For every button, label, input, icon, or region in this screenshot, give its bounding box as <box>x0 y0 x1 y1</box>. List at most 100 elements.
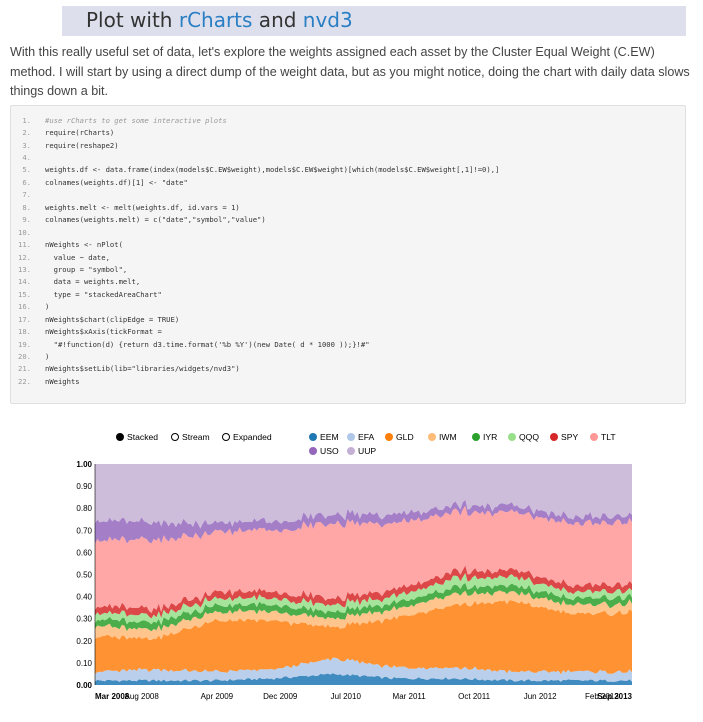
x-tick-label: Sep 2013 <box>597 692 632 701</box>
legend-item-uso[interactable]: USO <box>309 446 339 456</box>
control-expanded[interactable]: Expanded <box>222 432 272 442</box>
legend-swatch-icon <box>347 447 355 455</box>
code-line: 3. require(reshape2) <box>11 139 685 151</box>
code-text: require(rCharts) <box>45 128 115 138</box>
code-text: "#!function(d) {return d3.time.format('%… <box>45 339 370 349</box>
code-line: 4. <box>11 151 685 163</box>
legend-item-gld[interactable]: GLD <box>385 432 414 442</box>
legend-label: TLT <box>601 432 616 442</box>
legend-item-tlt[interactable]: TLT <box>590 432 616 442</box>
y-tick-label: 0.10 <box>76 659 92 668</box>
code-text: weights.df <- data.frame(index(models$C.… <box>45 165 500 175</box>
x-tick-label: Aug 2008 <box>125 692 160 701</box>
stacked-area-chart: 0.00 0.10 0.20 0.30 0.40 0.50 0.60 0.70 0.80 0.90… <box>76 460 632 701</box>
code-line: 21. nWeights$setLib(lib="libraries/widget… <box>11 363 685 375</box>
line-number: 3. <box>22 140 31 150</box>
code-line: 20.) <box>11 350 685 362</box>
y-tick-label: 0.40 <box>76 593 92 602</box>
line-number: 1. <box>22 115 31 125</box>
line-number: 18. <box>18 327 31 337</box>
code-text: data = weights.melt, <box>45 277 141 287</box>
y-tick-label: 0.20 <box>76 637 92 646</box>
y-tick-label: 1.00 <box>76 460 92 469</box>
code-text: nWeights <- nPlot( <box>45 240 123 250</box>
x-tick-label: Oct 2011 <box>458 692 490 701</box>
nvd3-link[interactable]: nvd3 <box>303 8 353 32</box>
line-number: 19. <box>18 339 31 349</box>
legend-item-uup[interactable]: UUP <box>347 446 376 456</box>
y-tick-label: 0.80 <box>76 504 92 513</box>
line-number: 9. <box>22 215 31 225</box>
line-number: 21. <box>18 364 31 374</box>
code-line: 5. weights.df <- data.frame(index(models$… <box>11 164 685 176</box>
legend-item-spy[interactable]: SPY <box>550 432 578 442</box>
control-stream[interactable]: Stream <box>171 432 210 442</box>
line-number: 6. <box>22 177 31 187</box>
legend-label: QQQ <box>519 432 540 442</box>
control-label: Stacked <box>127 432 159 442</box>
code-line: 1. #use rCharts to get some interactive p… <box>11 114 685 126</box>
code-text: nWeights$xAxis(tickFormat = <box>45 327 162 337</box>
code-line: 19. "#!function(d) {return d3.time.forma… <box>11 338 685 350</box>
line-number: 20. <box>18 352 31 362</box>
x-tick-label: Dec 2009 <box>263 692 298 701</box>
line-number: 17. <box>18 314 31 324</box>
line-number: 5. <box>22 165 31 175</box>
legend-label: IYR <box>483 432 498 442</box>
code-line: 13. group = "symbol", <box>11 263 685 275</box>
line-number: 7. <box>22 190 31 200</box>
control-stacked[interactable]: Stacked <box>116 432 158 442</box>
line-number: 13. <box>18 264 31 274</box>
chart-legend: Stacked Stream Expanded EEM EFA GLD IWM IYR QQQ S… <box>0 428 703 460</box>
legend-label: USO <box>320 446 339 456</box>
legend-item-efa[interactable]: EFA <box>347 432 374 442</box>
code-text: type = "stackedAreaChart" <box>45 289 162 299</box>
y-tick-label: 0.00 <box>76 681 92 690</box>
code-text: nWeights <box>45 376 80 386</box>
legend-label: EEM <box>320 432 339 442</box>
code-line: 6. colnames(weights.df)[1] <- "date" <box>11 176 685 188</box>
code-line: 22. nWeights <box>11 375 685 387</box>
legend-item-iyr[interactable]: IYR <box>472 432 497 442</box>
code-text: weights.melt <- melt(weights.df, id.vars… <box>45 202 240 212</box>
legend-swatch-icon <box>590 433 598 441</box>
legend-swatch-icon <box>309 447 317 455</box>
legend-label: EFA <box>358 432 375 442</box>
y-tick-label: 0.90 <box>76 482 92 491</box>
code-text: require(reshape2) <box>45 140 119 150</box>
radio-dot-icon <box>116 433 124 441</box>
line-number: 14. <box>18 277 31 287</box>
control-label: Stream <box>182 432 210 442</box>
legend-label: GLD <box>396 432 414 442</box>
line-number: 11. <box>18 240 31 250</box>
code-text: ) <box>45 302 50 312</box>
code-text: colnames(weights.df)[1] <- "date" <box>45 177 188 187</box>
legend-item-iwm[interactable]: IWM <box>428 432 457 442</box>
control-label: Expanded <box>233 432 272 442</box>
legend-label: UUP <box>358 446 377 456</box>
line-number: 15. <box>18 289 31 299</box>
legend-swatch-icon <box>428 433 436 441</box>
y-tick-label: 0.60 <box>76 548 92 557</box>
legend-item-eem[interactable]: EEM <box>309 432 339 442</box>
line-number: 16. <box>18 302 31 312</box>
legend-swatch-icon <box>309 433 317 441</box>
code-line: 16.) <box>11 301 685 313</box>
code-text: group = "symbol", <box>45 264 128 274</box>
legend-label: IWM <box>439 432 457 442</box>
x-tick-label: Apr 2009 <box>201 692 234 701</box>
legend-swatch-icon <box>385 433 393 441</box>
code-text: #use rCharts to get some interactive plo… <box>45 115 227 125</box>
legend-swatch-icon <box>550 433 558 441</box>
section-header: Plot with rCharts and nvd3 <box>62 6 686 36</box>
code-text: nWeights$setLib(lib="libraries/widgets/n… <box>45 364 240 374</box>
code-line: 7. <box>11 189 685 201</box>
rcharts-link[interactable]: rCharts <box>179 8 253 32</box>
code-line: 11. nWeights <- nPlot( <box>11 238 685 250</box>
legend-item-qqq[interactable]: QQQ <box>508 432 539 442</box>
code-line: 12. value ~ date, <box>11 251 685 263</box>
y-tick-label: 0.50 <box>76 571 92 580</box>
legend-label: SPY <box>561 432 579 442</box>
code-line: 10. <box>11 226 685 238</box>
code-text: ) <box>45 352 50 362</box>
